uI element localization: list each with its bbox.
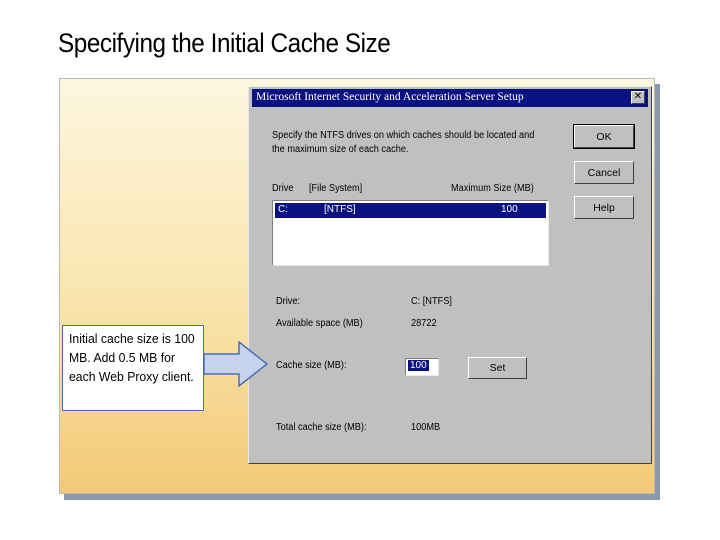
- set-button[interactable]: Set: [468, 357, 527, 379]
- right-arrow-icon: [203, 340, 269, 388]
- instruction-text: Specify the NTFS drives on which caches …: [272, 130, 535, 155]
- dialog-title: Microsoft Internet Security and Accelera…: [256, 91, 524, 103]
- dialog-titlebar[interactable]: Microsoft Internet Security and Accelera…: [252, 89, 648, 107]
- list-item-file-system: [NTFS]: [324, 204, 356, 215]
- cache-drive-list[interactable]: C: [NTFS] 100: [272, 200, 549, 266]
- cache-size-input[interactable]: 100: [405, 358, 439, 376]
- total-cache-label: Total cache size (MB):: [276, 422, 367, 433]
- setup-dialog: Microsoft Internet Security and Accelera…: [248, 86, 652, 464]
- drive-value: C: [NTFS]: [411, 296, 452, 307]
- available-space-value: 28722: [411, 318, 437, 329]
- column-header-drive: Drive: [272, 183, 294, 194]
- callout-box: Initial cache size is 100 MB. Add 0.5 MB…: [62, 325, 204, 411]
- close-icon[interactable]: ✕: [631, 91, 645, 104]
- available-space-label: Available space (MB): [276, 318, 363, 329]
- cancel-button[interactable]: Cancel: [574, 161, 634, 184]
- ok-button[interactable]: OK: [573, 124, 635, 149]
- callout-text: Initial cache size is 100 MB. Add 0.5 MB…: [69, 331, 195, 384]
- cache-size-value: 100: [408, 360, 429, 371]
- list-item[interactable]: C: [NTFS] 100: [274, 202, 547, 219]
- cache-size-label: Cache size (MB):: [276, 360, 347, 371]
- total-cache-value: 100MB: [411, 422, 441, 433]
- slide-title: Specifying the Initial Cache Size: [58, 28, 391, 58]
- list-item-size: 100: [501, 204, 518, 215]
- help-button[interactable]: Help: [574, 196, 634, 219]
- drive-label: Drive:: [276, 296, 301, 307]
- column-header-file-system: [File System]: [309, 183, 363, 194]
- list-item-drive: C:: [278, 204, 288, 215]
- column-header-max-size: Maximum Size (MB): [451, 183, 534, 194]
